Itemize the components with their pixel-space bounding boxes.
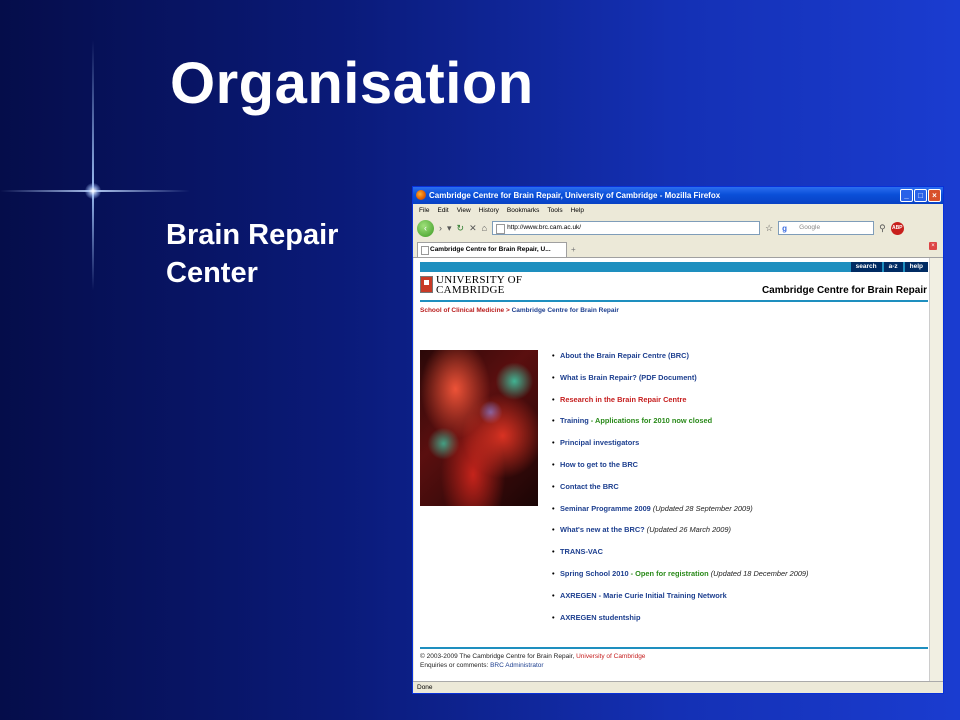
link-about-brc[interactable]: About the Brain Repair Centre (BRC) bbox=[560, 351, 689, 360]
search-placeholder: Google bbox=[799, 224, 821, 231]
firefox-icon bbox=[416, 190, 426, 200]
window-title: Cambridge Centre for Brain Repair, Unive… bbox=[429, 191, 721, 200]
list-item: • What is Brain Repair? (PDF Document) bbox=[552, 372, 697, 382]
menu-bookmarks[interactable]: Bookmarks bbox=[507, 207, 540, 214]
list-item: • Spring School 2010 - Open for registrat… bbox=[552, 568, 809, 578]
footer-admin-link[interactable]: BRC Administrator bbox=[490, 662, 543, 669]
divider bbox=[420, 300, 928, 302]
list-item: • Principal investigators bbox=[552, 438, 640, 448]
link-what-is-brain-repair[interactable]: What is Brain Repair? (PDF Document) bbox=[560, 373, 697, 382]
footer-copyright: © 2003-2009 The Cambridge Centre for Bra… bbox=[420, 653, 577, 660]
menu-edit[interactable]: Edit bbox=[437, 207, 448, 214]
slide-subtitle-line2: Center bbox=[166, 257, 258, 289]
link-seminar-programme[interactable]: Seminar Programme 2009 bbox=[560, 504, 651, 513]
menu-tools[interactable]: Tools bbox=[547, 207, 562, 214]
list-item: • Research in the Brain Repair Centre bbox=[552, 394, 687, 404]
status-bar: Done bbox=[413, 681, 943, 693]
window-titlebar[interactable]: Cambridge Centre for Brain Repair, Unive… bbox=[413, 187, 943, 204]
url-bar[interactable]: http://www.brc.cam.ac.uk/ bbox=[492, 221, 761, 235]
university-crest-logo[interactable] bbox=[420, 276, 433, 293]
forward-arrow-icon[interactable]: › bbox=[439, 223, 442, 233]
top-link-search[interactable]: search bbox=[850, 262, 882, 272]
home-icon[interactable]: ⌂ bbox=[482, 223, 487, 233]
slide-subtitle-line1: Brain Repair bbox=[166, 219, 339, 251]
search-input[interactable]: g Google bbox=[778, 221, 875, 235]
light-flare-vertical bbox=[92, 40, 94, 290]
history-dropdown-icon[interactable]: ▾ bbox=[447, 223, 452, 234]
link-axregen-studentship[interactable]: AXREGEN studentship bbox=[560, 613, 640, 622]
link-trans-vac[interactable]: TRANS-VAC bbox=[560, 547, 603, 556]
reload-icon[interactable]: ↻ bbox=[457, 223, 465, 234]
page-content: search a-z help UNIVERSITY OF CAMBRIDGE … bbox=[414, 258, 930, 683]
link-contact[interactable]: Contact the BRC bbox=[560, 482, 619, 491]
page-icon bbox=[496, 224, 506, 234]
university-logo-text[interactable]: UNIVERSITY OF CAMBRIDGE bbox=[436, 275, 522, 296]
slide-subtitle: Brain Repair Center bbox=[166, 216, 338, 292]
close-button[interactable]: × bbox=[928, 189, 941, 202]
footer-divider bbox=[420, 647, 928, 649]
list-item: • Contact the BRC bbox=[552, 481, 619, 491]
neuron-cells-image bbox=[420, 350, 538, 506]
top-link-help[interactable]: help bbox=[904, 262, 928, 272]
close-tab-icon[interactable]: × bbox=[929, 242, 937, 250]
breadcrumb-current[interactable]: Cambridge Centre for Brain Repair bbox=[512, 307, 619, 314]
footer: © 2003-2009 The Cambridge Centre for Bra… bbox=[420, 652, 645, 670]
breadcrumb-parent[interactable]: School of Clinical Medicine bbox=[420, 307, 504, 314]
list-item: • About the Brain Repair Centre (BRC) bbox=[552, 351, 689, 360]
status-text: Done bbox=[417, 684, 433, 691]
link-principal-investigators[interactable]: Principal investigators bbox=[560, 438, 639, 447]
menu-bar: File Edit View History Bookmarks Tools H… bbox=[413, 204, 943, 217]
link-how-to-get[interactable]: How to get to the BRC bbox=[560, 460, 638, 469]
list-item: • TRANS-VAC bbox=[552, 547, 603, 557]
slide-title: Organisation bbox=[170, 51, 534, 116]
list-item: • Training - Applications for 2010 now cl… bbox=[552, 416, 713, 426]
site-title: Cambridge Centre for Brain Repair bbox=[761, 285, 927, 296]
navigation-toolbar: ‹ › ▾ ↻ ✕ ⌂ http://www.brc.cam.ac.uk/ ☆ … bbox=[413, 217, 943, 239]
browser-window: Cambridge Centre for Brain Repair, Unive… bbox=[412, 186, 944, 694]
link-training[interactable]: Training bbox=[560, 416, 589, 425]
top-link-az[interactable]: a-z bbox=[883, 262, 903, 272]
tab-label: Cambridge Centre for Brain Repair, U... bbox=[430, 246, 551, 253]
menu-history[interactable]: History bbox=[479, 207, 499, 214]
list-item: • Seminar Programme 2009 (Updated 28 Sept… bbox=[552, 503, 753, 513]
stop-icon[interactable]: ✕ bbox=[469, 223, 477, 234]
back-arrow-icon[interactable]: ‹ bbox=[417, 219, 434, 237]
footer-university-link[interactable]: University of Cambridge bbox=[576, 653, 645, 660]
top-strip: search a-z help bbox=[420, 262, 928, 272]
link-whats-new[interactable]: What's new at the BRC? bbox=[560, 525, 645, 534]
vertical-scrollbar[interactable] bbox=[929, 258, 942, 683]
menu-view[interactable]: View bbox=[457, 207, 471, 214]
breadcrumb: School of Clinical Medicine > Cambridge … bbox=[420, 307, 619, 314]
url-text: http://www.brc.cam.ac.uk/ bbox=[507, 224, 582, 231]
bookmark-star-icon[interactable]: ☆ bbox=[765, 223, 773, 234]
link-spring-school[interactable]: Spring School 2010 bbox=[560, 569, 629, 578]
list-item: • AXREGEN studentship bbox=[552, 612, 641, 622]
list-item: • AXREGEN - Marie Curie Initial Training … bbox=[552, 590, 727, 600]
link-list: • About the Brain Repair Centre (BRC) • Wh… bbox=[552, 351, 809, 634]
menu-help[interactable]: Help bbox=[571, 207, 584, 214]
tab-page-icon bbox=[421, 246, 429, 255]
tab-bar: Cambridge Centre for Brain Repair, U... … bbox=[413, 239, 943, 258]
adblock-icon[interactable]: ABP bbox=[890, 221, 904, 235]
list-item: • How to get to the BRC bbox=[552, 459, 639, 469]
tab-active[interactable]: Cambridge Centre for Brain Repair, U... bbox=[417, 242, 567, 257]
footer-enquiries: Enquiries or comments: bbox=[420, 662, 491, 669]
list-item: • What's new at the BRC? (Updated 26 Marc… bbox=[552, 525, 731, 535]
search-icon[interactable]: ⚲ bbox=[879, 223, 886, 234]
light-flare-center bbox=[85, 183, 101, 199]
new-tab-icon[interactable]: + bbox=[571, 243, 576, 257]
google-icon: g bbox=[782, 224, 788, 233]
maximize-button[interactable]: □ bbox=[914, 189, 927, 202]
link-axregen-network[interactable]: AXREGEN - Marie Curie Initial Training N… bbox=[560, 591, 727, 600]
minimize-button[interactable]: _ bbox=[900, 189, 913, 202]
link-research[interactable]: Research in the Brain Repair Centre bbox=[560, 395, 687, 404]
menu-file[interactable]: File bbox=[419, 207, 429, 214]
